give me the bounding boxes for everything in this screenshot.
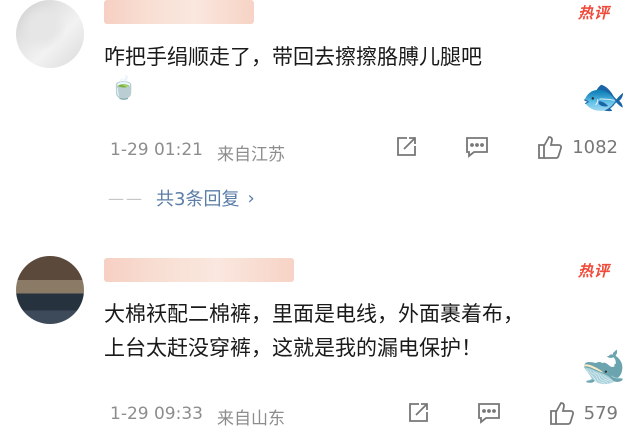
comment-icon [477,403,500,424]
comment-text: 咋把手绢顺走了，带回去擦擦胳膊儿腿吧 [104,45,482,69]
comment-item: 热评 咋把手绢顺走了，带回去擦擦胳膊儿腿吧 🍵 🐟 1-29 01:21 来自江… [0,0,640,232]
like-count: 579 [583,402,618,424]
comment-time: 1-29 09:33 [110,404,203,424]
comment-actions: 579 [406,400,618,426]
username-blurred[interactable] [104,258,294,282]
comment-location: 来自江苏 [216,145,285,165]
chevron-right-icon: › [247,187,255,209]
comment-meta: 1-29 09:33 来自山东 [110,404,285,429]
avatar[interactable] [16,256,84,324]
hot-comment-badge: 热评 [577,262,610,280]
comment-item: 热评 大棉袄配二棉裤，里面是电线，外面裹着布， 上台太赶没穿裤，这就是我的漏电保… [0,240,640,437]
fish-sticker-icon: 🐟 [581,77,626,118]
emoji-sticker-icon: 🍵 [110,76,138,101]
comment-location: 来自山东 [216,409,285,429]
reply-button[interactable] [464,135,490,159]
username-blurred[interactable] [104,0,254,24]
comment-text: 大棉袄配二棉裤，里面是电线，外面裹着布， 上台太赶没穿裤，这就是我的漏电保护！ [104,297,618,365]
avatar[interactable] [16,0,84,68]
thumbs-up-icon [538,136,563,159]
replies-divider: —— [108,188,144,208]
share-icon [397,137,417,156]
comment-text-line: 大棉袄配二棉裤，里面是电线，外面裹着布， [104,302,524,326]
whale-sticker-icon: 🐋 [581,347,626,388]
comment-meta: 1-29 01:21 来自江苏 [110,140,285,165]
comment-icon [466,137,489,158]
like-count: 1082 [572,136,618,158]
like-button[interactable]: 579 [548,400,618,426]
thumbs-up-icon [549,402,574,425]
view-replies-link[interactable]: —— 共3条回复 › [108,185,255,211]
share-icon [408,403,428,422]
share-button[interactable] [406,401,430,425]
replies-label: 共3条回复 [156,189,240,210]
hot-comment-badge: 热评 [577,4,610,22]
comment-time: 1-29 01:21 [110,140,203,160]
share-button[interactable] [394,135,418,159]
reply-button[interactable] [476,401,502,425]
like-button[interactable]: 1082 [536,134,618,160]
comment-text-line: 上台太赶没穿裤，这就是我的漏电保护！ [104,336,482,360]
comment-actions: 1082 [394,134,618,160]
